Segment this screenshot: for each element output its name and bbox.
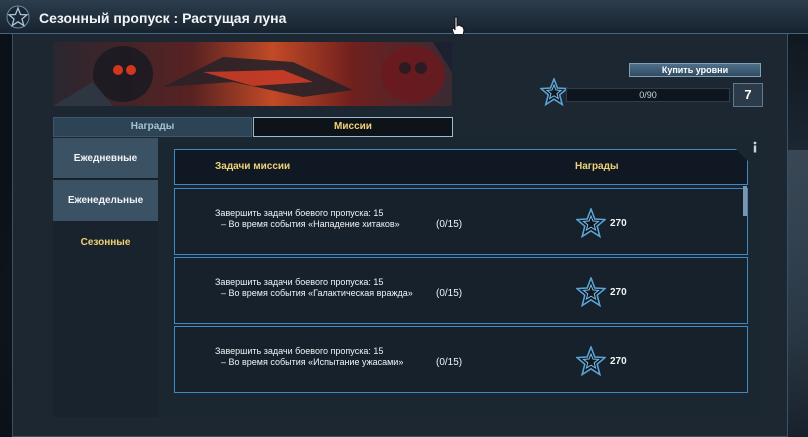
sidebar-item-seasonal[interactable]: Сезонные [53,222,158,262]
mission-reward-amount: 270 [610,356,627,367]
season-progress-bar: 0/90 [566,88,730,102]
mission-progress: (0/15) [436,357,463,368]
sidebar-item-weekly[interactable]: Еженедельные [53,180,158,221]
mission-description: Завершить задачи боевого пропуска: 15 – … [215,346,425,368]
star-emblem-icon [6,5,30,29]
window-title: Сезонный пропуск : Растущая луна [39,10,287,26]
season-banner-image [53,42,452,106]
mission-list-scrollbar[interactable] [743,186,747,216]
reward-star-icon [576,208,606,239]
tab-rewards[interactable]: Награды [53,117,252,137]
mission-category-sidebar: Ежедневные Еженедельные Сезонные [53,138,158,417]
tab-missions[interactable]: Миссии [253,117,453,137]
mission-detail: – Во время события «Галактическая вражда… [221,288,413,298]
mission-row[interactable]: Завершить задачи боевого пропуска: 15 – … [174,188,748,255]
mission-title: Завершить задачи боевого пропуска: 15 [215,346,384,356]
sidebar-item-daily[interactable]: Ежедневные [53,138,158,179]
mission-title: Завершить задачи боевого пропуска: 15 [215,208,384,218]
mission-description: Завершить задачи боевого пропуска: 15 – … [215,277,425,299]
title-bar[interactable]: Сезонный пропуск : Растущая луна [0,0,808,39]
season-progress-text: 0/90 [639,90,657,100]
current-level-badge: 7 [733,83,763,107]
banner-art [53,42,452,106]
header-corner-notch [736,149,748,161]
mission-list-header: Задачи миссии Награды [174,149,748,185]
mission-row[interactable]: Завершить задачи боевого пропуска: 15 – … [174,326,748,393]
mission-detail: – Во время события «Испытание ужасами» [221,357,404,367]
reward-star-icon [576,277,606,308]
mission-list: Задачи миссии Награды Завершить задачи б… [174,149,748,417]
buy-levels-button[interactable]: Купить уровни [629,63,761,77]
season-pass-window: Сезонный пропуск : Растущая луна Купить … [0,0,808,437]
header-mission-tasks: Задачи миссии [215,161,291,172]
mission-title: Завершить задачи боевого пропуска: 15 [215,277,384,287]
header-rewards: Награды [575,161,619,172]
mission-reward-amount: 270 [610,218,627,229]
mission-description: Завершить задачи боевого пропуска: 15 – … [215,208,425,230]
mission-row[interactable]: Завершить задачи боевого пропуска: 15 – … [174,257,748,324]
info-icon[interactable] [750,141,760,153]
mission-reward-amount: 270 [610,287,627,298]
level-star-icon [540,78,568,107]
mission-detail: – Во время события «Нападение хитаков» [221,219,400,229]
reward-star-icon [576,346,606,377]
mission-progress: (0/15) [436,288,463,299]
mission-progress: (0/15) [436,219,463,230]
